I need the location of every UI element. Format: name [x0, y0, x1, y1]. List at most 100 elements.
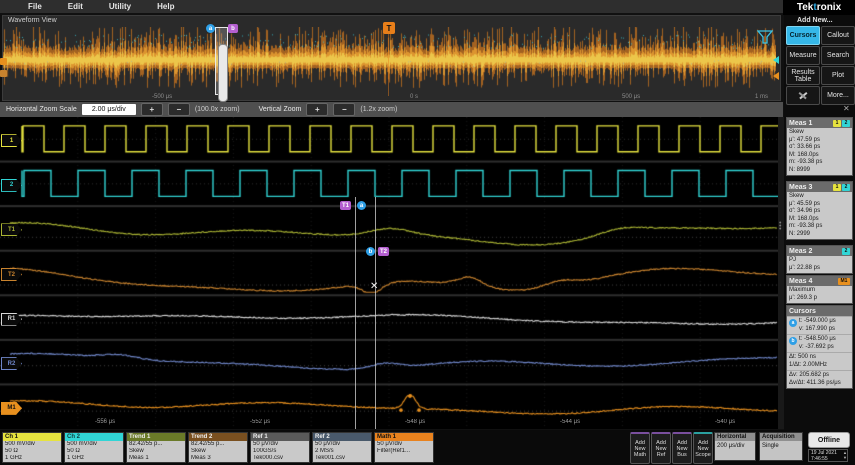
cursor-a-handle[interactable]: a: [357, 201, 366, 210]
add-cursors-button[interactable]: Cursors: [786, 26, 820, 45]
channel-setting: 1 GHz: [5, 455, 23, 461]
add-new-scope-button[interactable]: Add New Scope: [693, 432, 713, 464]
add-new-bus-button[interactable]: Add New Bus: [672, 432, 692, 464]
hzoom-in-button[interactable]: +: [140, 103, 163, 116]
zoom-window-grip[interactable]: [218, 44, 228, 102]
horizontal-panel[interactable]: Horizontal 200 μs/div: [714, 432, 756, 461]
channel-name: Ref 2: [313, 433, 371, 441]
add-new-ref-button[interactable]: Add New Ref: [651, 432, 671, 464]
delta-v-over-t: Δv/Δt: 411.36 ps/μs: [789, 379, 841, 386]
cursor-delta-time: Δt: 500 ns 1/Δt: 2.00MHz: [787, 352, 852, 370]
meas3-stddev: σ': 34.96 ps: [789, 208, 821, 214]
meas3-panel[interactable]: Meas 3 1 2 Skew μ': 45.59 ps σ': 34.96 p…: [786, 181, 853, 240]
trigger-position-marker[interactable]: T: [383, 22, 395, 34]
cursor-b-line[interactable]: [375, 197, 376, 429]
vzoom-factor: (1.2x zoom): [360, 106, 398, 113]
channel-badge-ch2[interactable]: Ch 2 500 mV/div 50 Ω1 GHz: [64, 432, 124, 463]
meas1-src1-badge: 1: [833, 119, 841, 127]
channel-setting: 50 μV/div: [315, 441, 341, 447]
channel-badge-ref1[interactable]: Ref 1 50 μV/div 100GS/s Tek000.csv: [250, 432, 310, 463]
add-plot-button[interactable]: Plot: [821, 66, 855, 85]
cursor-a-source-chip: T1: [340, 201, 352, 210]
menu-utility[interactable]: Utility: [109, 2, 131, 11]
menu-file[interactable]: File: [28, 2, 42, 11]
horizontal-title: Horizontal: [715, 433, 755, 441]
overview-ref-marker-orange: [773, 72, 779, 80]
hzoom-out-button[interactable]: −: [167, 103, 190, 116]
datetime-display: 19 Jul 2021 7:46:55: [808, 449, 848, 462]
meas2-mean: μ': 22.88 ps: [789, 264, 820, 271]
channel-setting: 2 MS/s: [315, 448, 334, 454]
delta-t: Δt: 500 ns: [789, 354, 817, 360]
datetime-arrows-icon[interactable]: ▲ ▼: [843, 450, 847, 460]
overview-axis-label: 500 μs: [622, 94, 641, 100]
channel-badge-trend1[interactable]: Trend 1 82.42/55 p... Skew Meas 1: [126, 432, 186, 463]
add-measure-button[interactable]: Measure: [786, 46, 820, 65]
offline-button[interactable]: Offline: [808, 432, 850, 448]
add-callout-button[interactable]: Callout: [821, 26, 855, 45]
vzoom-out-button[interactable]: −: [333, 103, 356, 116]
channel-name: Trend 2: [189, 433, 247, 441]
hzoom-factor: (100.0x zoom): [194, 106, 240, 113]
overview-axis-label: 1 ms: [755, 94, 769, 100]
cursor-a-readout: a t: -549.000 μs v: 167.990 ps: [787, 316, 852, 334]
horizontal-scale-value: 200 μs/div: [717, 443, 745, 449]
channel-badge-ch1[interactable]: Ch 1 500 mV/div 50 Ω1 GHz: [2, 432, 62, 463]
menu-help[interactable]: Help: [157, 2, 174, 11]
time-value: 7:46:55: [811, 456, 828, 462]
channel-setting: 50 μV/div: [253, 441, 279, 447]
hzoom-scale-input[interactable]: 2.00 μs/div: [81, 104, 136, 115]
add-search-button[interactable]: Search: [821, 46, 855, 65]
channel-name: Math 1: [375, 433, 433, 441]
add-results-table-button[interactable]: Results Table: [786, 66, 820, 85]
meas3-count: N: 2999: [789, 230, 811, 237]
meas3-max: M: 168.0ps: [789, 215, 819, 222]
channel-badge-math1[interactable]: Math 1 50 μV/div Filter(Ref1...: [374, 432, 434, 463]
channel-name: Ch 1: [3, 433, 61, 441]
channel-setting: Meas 1: [129, 455, 149, 461]
hzoom-scale-label: Horizontal Zoom Scale: [6, 106, 77, 113]
funnel-icon[interactable]: [757, 30, 773, 44]
acquisition-panel[interactable]: Acquisition Single: [759, 432, 803, 461]
cursors-panel-header: Cursors: [787, 306, 852, 316]
meas4-panel[interactable]: Meas 4 M1 Maximum μ': 269.3 p: [786, 275, 853, 304]
main-axis-label: -540 μs: [715, 419, 736, 425]
channel-name: Ch 2: [65, 433, 123, 441]
meas4-header: Meas 4 M1: [787, 276, 852, 286]
cursor-a-time: t: -549.000 μs: [799, 318, 836, 324]
cursors-panel[interactable]: Cursors a t: -549.000 μs v: 167.990 ps b…: [786, 305, 853, 389]
channel-setting: Skew: [191, 448, 206, 454]
meas1-panel[interactable]: Meas 1 1 2 Skew μ': 47.59 ps σ': 33.66 p…: [786, 117, 853, 176]
overview-cursor-a-handle[interactable]: a: [206, 24, 215, 33]
meas2-type: PJ: [789, 257, 797, 263]
cursor-a-line[interactable]: [355, 197, 356, 429]
overview-ch1-marker: [0, 58, 7, 65]
meas1-min: m: -93.38 ps: [789, 159, 823, 165]
overview-ref-marker-cyan: [773, 56, 779, 64]
channel-name: Trend 1: [127, 433, 185, 441]
meas1-count: N: 8999: [789, 166, 811, 173]
channel-badge-ref2[interactable]: Ref 2 50 μV/div 2 MS/s Tek001.csv: [312, 432, 372, 463]
overview-waveform-canvas: [3, 27, 776, 93]
meas1-stddev: σ': 33.66 ps: [789, 144, 821, 150]
cursor-b-handle[interactable]: b: [366, 247, 375, 256]
meas3-src1-badge: 1: [833, 183, 841, 191]
channel-badge-trend2[interactable]: Trend 2 82.42/55 p... Skew Meas 3: [188, 432, 248, 463]
overview-cursor-b-handle[interactable]: b: [228, 24, 238, 33]
cursor-b-time: t: -548.500 μs: [799, 336, 836, 342]
tools-button[interactable]: [786, 86, 820, 105]
meas2-panel[interactable]: Meas 2 2 PJ μ': 22.88 ps: [786, 245, 853, 274]
meas3-min: m: -93.38 ps: [789, 223, 823, 229]
splitter-grip-icon: • • •: [779, 220, 782, 233]
vzoom-in-button[interactable]: +: [306, 103, 329, 116]
more-button[interactable]: More...: [821, 86, 855, 105]
main-axis-label: -552 μs: [250, 419, 271, 425]
menu-edit[interactable]: Edit: [68, 2, 83, 11]
close-icon[interactable]: ✕: [843, 104, 850, 113]
overview-ch2-marker: [0, 70, 7, 77]
channel-setting: Meas 3: [191, 455, 211, 461]
cursor-intersect-marker[interactable]: ✕: [370, 281, 378, 292]
main-axis-label: -548 μs: [405, 419, 426, 425]
add-new-math-button[interactable]: Add New Math: [630, 432, 650, 464]
channel-setting: Skew: [129, 448, 144, 454]
